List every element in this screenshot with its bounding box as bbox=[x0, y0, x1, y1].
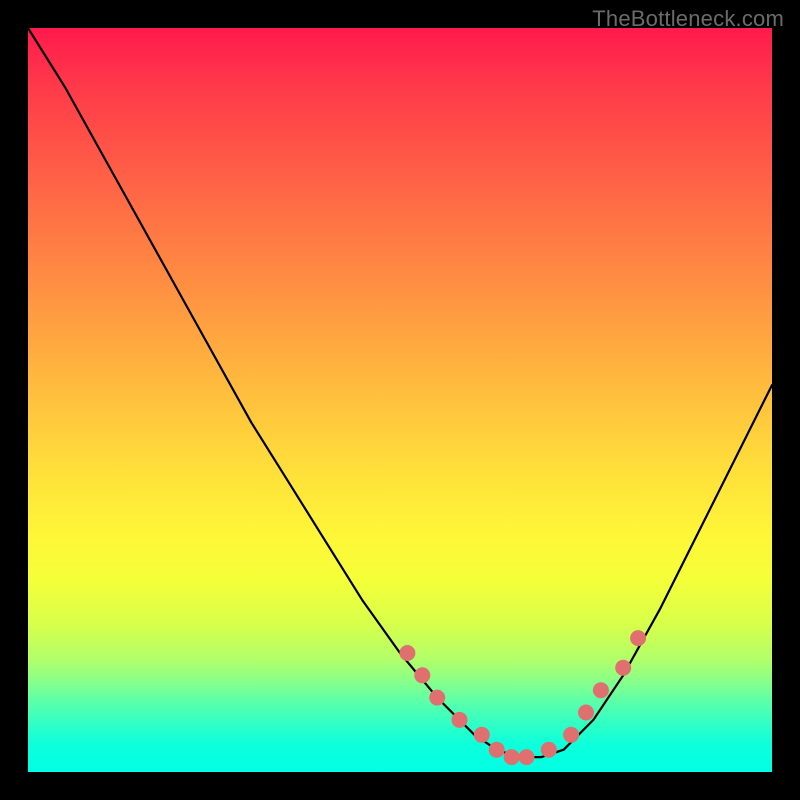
marker-dot bbox=[414, 667, 430, 683]
marker-dot bbox=[615, 660, 631, 676]
marker-dot bbox=[630, 630, 646, 646]
chart-svg bbox=[28, 28, 772, 772]
marker-dot bbox=[504, 749, 520, 765]
marker-dot bbox=[429, 690, 445, 706]
marker-dot bbox=[489, 742, 505, 758]
marker-dot bbox=[563, 727, 579, 743]
marker-dot bbox=[399, 645, 415, 661]
marker-dot bbox=[519, 749, 535, 765]
marker-dot bbox=[541, 742, 557, 758]
marker-dot bbox=[578, 705, 594, 721]
chart-gradient-frame bbox=[28, 28, 772, 772]
marker-dot bbox=[593, 682, 609, 698]
marker-dot bbox=[452, 712, 468, 728]
bottleneck-curve bbox=[28, 28, 772, 757]
marker-dot bbox=[474, 727, 490, 743]
